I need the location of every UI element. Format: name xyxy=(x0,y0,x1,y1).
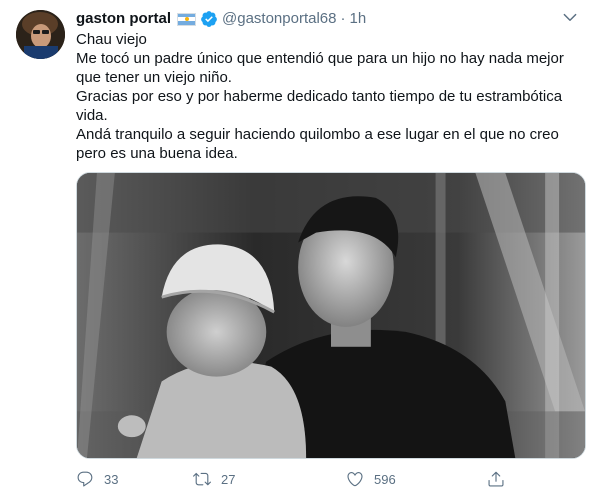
tweet-card[interactable]: gaston portal @gastonportal68 · 1h Chau … xyxy=(0,0,600,500)
verified-icon xyxy=(200,10,218,28)
argentina-flag-icon xyxy=(177,12,197,26)
retweet-button[interactable]: 27 xyxy=(193,470,235,488)
reply-button[interactable]: 33 xyxy=(76,470,118,488)
retweet-icon xyxy=(193,470,211,488)
tweet-text-line: Gracias por eso y por haberme dedicado t… xyxy=(76,88,563,124)
tweet-text-line: Chau viejo xyxy=(76,31,147,48)
user-handle[interactable]: @gastonportal68 xyxy=(222,9,336,29)
tweet-text-line: Me tocó un padre único que entendió que … xyxy=(76,50,564,86)
share-button[interactable] xyxy=(487,470,505,488)
timestamp[interactable]: 1h xyxy=(350,9,367,29)
separator-dot: · xyxy=(340,10,346,27)
tweet-header: gaston portal @gastonportal68 · 1h xyxy=(76,8,584,30)
tweet-text: Chau viejo Me tocó un padre único que en… xyxy=(76,30,586,163)
avatar[interactable] xyxy=(16,10,65,59)
reply-icon xyxy=(76,470,94,488)
chevron-down-icon xyxy=(561,8,579,31)
more-options-button[interactable] xyxy=(558,9,582,29)
tweet-actions: 33 27 596 xyxy=(76,468,586,490)
heart-icon xyxy=(346,470,364,488)
reply-count: 33 xyxy=(104,471,119,487)
like-count: 596 xyxy=(374,471,396,487)
retweet-count: 27 xyxy=(221,471,236,487)
share-icon xyxy=(487,470,505,488)
tweet-photo[interactable] xyxy=(76,172,586,459)
display-name[interactable]: gaston portal xyxy=(76,9,171,29)
like-button[interactable]: 596 xyxy=(346,470,396,488)
tweet-text-line: Andá tranquilo a seguir haciendo quilomb… xyxy=(76,126,559,162)
